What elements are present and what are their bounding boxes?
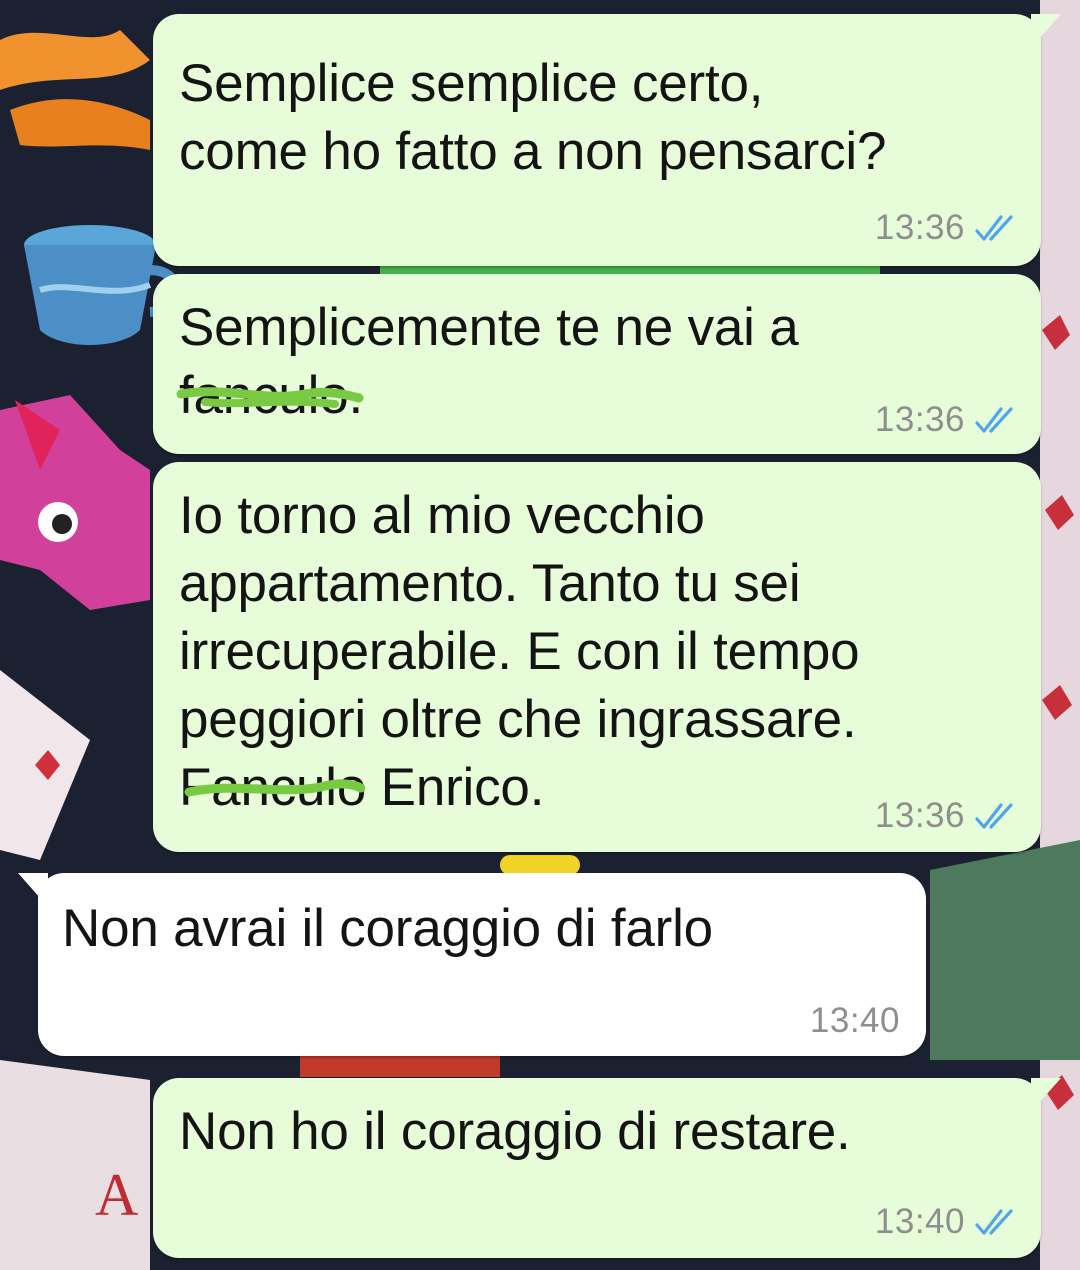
message-text: Non avrai il coraggio di farlo	[62, 899, 713, 958]
message-time: 13:36	[874, 796, 965, 835]
message-meta: 13:40	[875, 1202, 1019, 1242]
bubble-tail	[1031, 1078, 1061, 1112]
bubble-tail	[1031, 14, 1061, 48]
double-check-icon	[975, 1209, 1013, 1235]
message-meta: 13:36	[875, 208, 1019, 248]
redacted-word: Fanculo	[179, 754, 366, 822]
svg-text:A: A	[95, 1162, 138, 1228]
message-time: 13:40	[809, 1001, 900, 1040]
message-bubble-incoming[interactable]: Non avrai il coraggio di farlo 13:40	[18, 873, 926, 1056]
message-meta: 13:40	[810, 1001, 900, 1041]
message-time: 13:36	[874, 400, 965, 439]
message-text: Semplice semplice certo, come ho fatto a …	[179, 54, 887, 181]
message-time: 13:36	[874, 208, 965, 247]
message-meta: 13:36	[875, 796, 1019, 836]
double-check-icon	[975, 215, 1013, 241]
bubble-tail	[18, 873, 48, 907]
message-text: Non ho il coraggio di restare.	[179, 1102, 851, 1161]
message-bubble-outgoing[interactable]: Non ho il coraggio di restare. 13:40	[153, 1078, 1061, 1258]
double-check-icon	[975, 407, 1013, 433]
message-meta: 13:36	[875, 400, 1019, 440]
message-bubble-outgoing[interactable]: Io torno al mio vecchio appartamento. Tan…	[153, 462, 1041, 852]
message-text: Semplicemente te ne vai a fanculo.	[176, 294, 799, 430]
redacted-word: fanculo	[176, 362, 364, 430]
message-time: 13:40	[874, 1202, 965, 1241]
message-text: Io torno al mio vecchio appartamento. Tan…	[179, 482, 860, 822]
double-check-icon	[975, 803, 1013, 829]
message-bubble-outgoing[interactable]: Semplice semplice certo, come ho fatto a …	[153, 14, 1061, 266]
message-bubble-outgoing[interactable]: Semplicemente te ne vai a fanculo. 13:36	[153, 274, 1041, 454]
